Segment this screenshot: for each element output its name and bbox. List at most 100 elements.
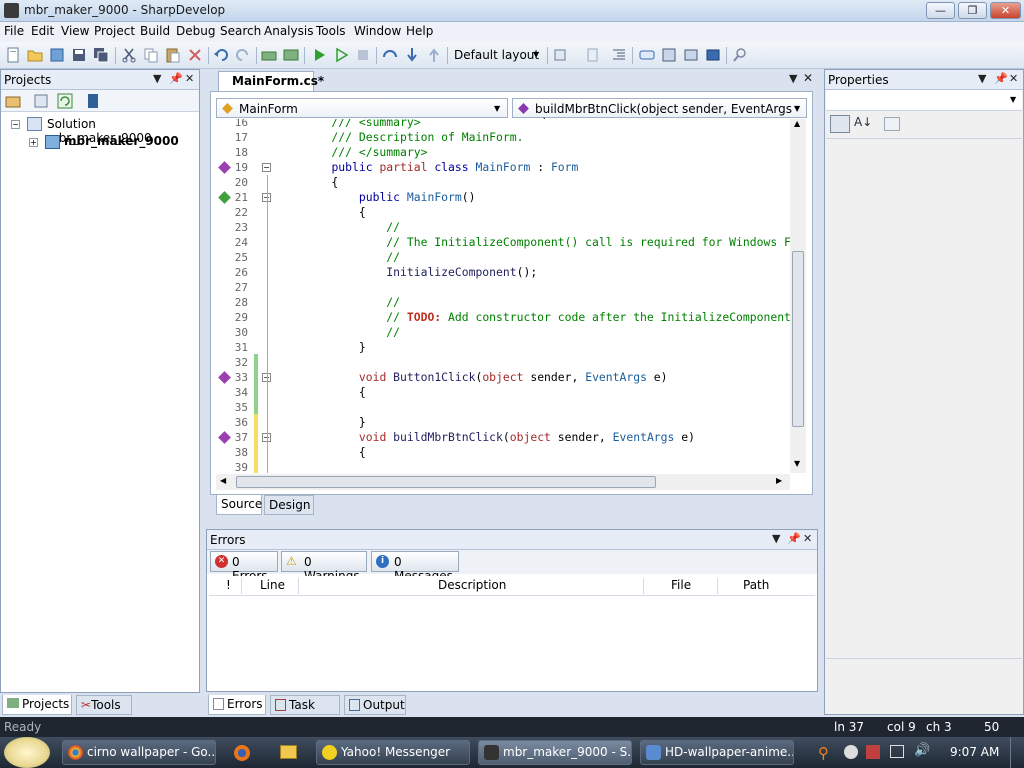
navigate-back-icon[interactable] <box>683 47 699 63</box>
tab-source[interactable]: Source <box>216 495 262 515</box>
code-text[interactable]: void Button1Click(object sender, EventAr… <box>304 370 668 385</box>
code-text[interactable]: { <box>304 175 338 190</box>
scroll-right-icon[interactable]: ▶ <box>776 476 782 485</box>
run-without-debug-icon[interactable] <box>333 47 349 63</box>
tab-task-list[interactable]: Task List <box>270 695 340 730</box>
code-line[interactable]: 31 } <box>216 340 790 355</box>
find-icon[interactable] <box>553 47 569 63</box>
panel-menu-icon[interactable]: ▼ <box>772 532 780 545</box>
search-icon[interactable] <box>732 47 748 63</box>
run-icon[interactable] <box>311 47 327 63</box>
fold-toggle[interactable]: − <box>262 163 271 172</box>
code-text[interactable]: { <box>304 205 366 220</box>
code-text[interactable]: /// Description of MainForm. <box>304 130 523 145</box>
taskbar-item-yahoo[interactable]: Yahoo! Messenger <box>316 740 470 765</box>
save-all-icon[interactable] <box>93 47 109 63</box>
col-severity[interactable]: ! <box>226 578 231 592</box>
code-text[interactable]: // <box>304 220 400 235</box>
open-project-icon[interactable] <box>49 47 65 63</box>
panel-menu-icon[interactable]: ▼ <box>978 72 986 85</box>
open-folder-icon[interactable] <box>27 47 43 63</box>
messages-filter-button[interactable]: i 0 Messages <box>371 551 459 583</box>
code-text[interactable]: { <box>304 385 366 400</box>
tab-tools[interactable]: ✂Tools <box>76 695 132 715</box>
code-text[interactable]: public MainForm() <box>304 190 476 205</box>
code-text[interactable]: // <box>304 325 400 340</box>
firefox-icon[interactable] <box>234 745 250 761</box>
code-line[interactable]: 32 <box>216 355 790 370</box>
menu-file[interactable]: File <box>4 24 24 38</box>
col-line[interactable]: Line <box>260 578 285 592</box>
code-text[interactable]: } <box>304 415 366 430</box>
minimize-button[interactable]: — <box>926 2 955 19</box>
start-button-icon[interactable] <box>4 737 50 768</box>
code-line[interactable]: 17 /// Description of MainForm. <box>216 130 790 145</box>
scroll-down-icon[interactable]: ▼ <box>794 459 800 468</box>
tab-design[interactable]: Design <box>264 495 314 515</box>
close-icon[interactable]: ✕ <box>803 532 812 545</box>
menu-analysis[interactable]: Analysis <box>264 24 313 38</box>
class-combobox[interactable]: MainForm ▼ <box>216 98 508 118</box>
code-text[interactable]: InitializeComponent(); <box>304 265 537 280</box>
document-close-icon[interactable]: ✕ <box>803 71 813 85</box>
col-path[interactable]: Path <box>743 578 769 592</box>
code-line[interactable]: 38 { <box>216 445 790 460</box>
code-line[interactable]: 29 // TODO: Add constructor code after t… <box>216 310 790 325</box>
close-button[interactable]: ✕ <box>990 2 1021 19</box>
tab-output[interactable]: Output <box>344 695 406 715</box>
maximize-button[interactable]: ❐ <box>958 2 987 19</box>
pin-icon[interactable]: 📌 <box>787 532 801 545</box>
stop-icon[interactable] <box>355 47 371 63</box>
code-line[interactable]: 20 { <box>216 175 790 190</box>
menu-debug[interactable]: Debug <box>176 24 215 38</box>
step-out-icon[interactable] <box>426 47 442 63</box>
properties-icon[interactable] <box>85 93 101 109</box>
cut-icon[interactable] <box>121 47 137 63</box>
code-text[interactable]: /// </summary> <box>304 145 427 160</box>
tab-projects[interactable]: Projects <box>2 695 72 715</box>
taskbar-item-sharpdevelop[interactable]: mbr_maker_9000 - S... <box>478 740 632 765</box>
tree-expand-toggle[interactable]: + <box>29 138 38 147</box>
taskbar-item-wallpaper[interactable]: HD-wallpaper-anime... <box>640 740 794 765</box>
show-desktop-button[interactable] <box>1010 737 1024 768</box>
menu-tools[interactable]: Tools <box>316 24 346 38</box>
code-line[interactable]: 28 // <box>216 295 790 310</box>
code-line[interactable]: 39 <box>216 460 790 473</box>
code-text[interactable]: // <box>304 295 400 310</box>
copy-icon[interactable] <box>143 47 159 63</box>
code-text[interactable]: // TODO: Add constructor code after the … <box>304 310 790 325</box>
code-line[interactable]: 26 InitializeComponent(); <box>216 265 790 280</box>
menu-project[interactable]: Project <box>94 24 135 38</box>
menu-view[interactable]: View <box>61 24 89 38</box>
indent-icon[interactable] <box>611 47 627 63</box>
menu-build[interactable]: Build <box>140 24 170 38</box>
menu-edit[interactable]: Edit <box>31 24 54 38</box>
code-line[interactable]: 37− void buildMbrBtnClick(object sender,… <box>216 430 790 445</box>
properties-object-selector[interactable]: ▼ <box>826 90 1022 111</box>
code-text[interactable]: // The InitializeComponent() call is req… <box>304 235 790 250</box>
code-line[interactable]: 18 /// </summary> <box>216 145 790 160</box>
scroll-thumb[interactable] <box>236 476 656 488</box>
close-icon[interactable]: ✕ <box>185 72 194 85</box>
build-icon[interactable] <box>261 47 277 63</box>
code-line[interactable]: 25 // <box>216 250 790 265</box>
folder-icon[interactable] <box>280 745 297 759</box>
pin-icon[interactable]: 📌 <box>169 72 183 85</box>
menu-window[interactable]: Window <box>354 24 401 38</box>
categorized-icon[interactable] <box>830 115 850 133</box>
document-tab-mainform[interactable]: MainForm.cs* <box>218 71 324 91</box>
code-text[interactable]: void buildMbrBtnClick(object sender, Eve… <box>304 430 695 445</box>
volume-icon[interactable]: 🔊 <box>914 743 930 758</box>
code-line[interactable]: 22 { <box>216 205 790 220</box>
code-editor[interactable]: 16 /// <summary> 17 /// Description of Ma… <box>216 119 790 473</box>
step-over-icon[interactable] <box>382 47 398 63</box>
code-text[interactable]: // <box>304 250 400 265</box>
code-line[interactable]: 24 // The InitializeComponent() call is … <box>216 235 790 250</box>
code-line[interactable]: 21− public MainForm() <box>216 190 790 205</box>
scroll-left-icon[interactable]: ◀ <box>220 476 226 485</box>
monitor-icon[interactable] <box>890 745 904 758</box>
build-solution-icon[interactable] <box>283 47 299 63</box>
scroll-up-icon[interactable]: ▲ <box>794 119 800 128</box>
code-line[interactable]: 16 /// <summary> <box>216 119 790 130</box>
menu-search[interactable]: Search <box>220 24 261 38</box>
